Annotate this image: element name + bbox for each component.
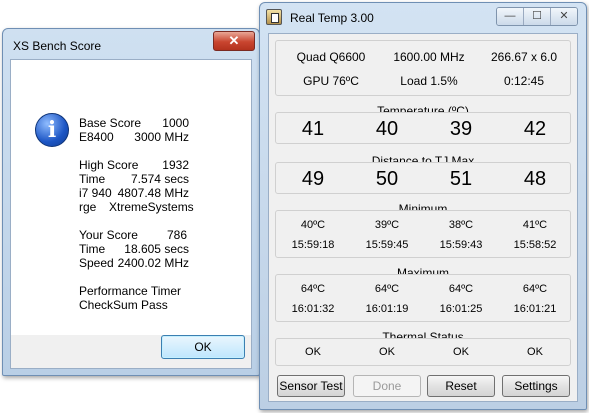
close-icon[interactable]: ✕ <box>213 31 255 51</box>
row-value: 18.605 secs <box>124 242 189 256</box>
ok-button[interactable]: OK <box>161 335 245 359</box>
minimize-icon[interactable]: — <box>497 8 524 25</box>
done-button[interactable]: Done <box>353 375 421 397</box>
row-key: Time <box>79 242 106 256</box>
max-temp: 64ºC <box>522 283 548 295</box>
real-temp-app-icon[interactable] <box>266 9 282 25</box>
min-temp: 38ºC <box>448 219 474 231</box>
gpu-temperature: GPU 76ºC <box>303 74 359 88</box>
thermal-status: OK <box>527 346 543 358</box>
cpu-load: Load 1.5% <box>400 74 458 88</box>
cpu-multiplier: 266.67 x 6.0 <box>490 50 558 64</box>
core-temp: 42 <box>523 118 547 140</box>
row-key: Your Score <box>79 228 138 242</box>
max-temp: 64ºC <box>448 283 474 295</box>
row-value: 2400.02 MHz <box>117 256 189 270</box>
thermal-status: OK <box>453 346 469 358</box>
xs-bench-client: i Base Score 1000 E8400 3000 MHz High Sc… <box>10 59 252 369</box>
cpu-frequency: 1600.00 MHz <box>393 50 465 64</box>
core-distance: 49 <box>301 168 325 190</box>
thermal-status: OK <box>379 346 395 358</box>
uptime: 0:12:45 <box>503 74 545 88</box>
xs-bench-message-area: i Base Score 1000 E8400 3000 MHz High Sc… <box>11 60 251 335</box>
caption-buttons: — ☐ ✕ <box>496 7 578 26</box>
min-time: 15:59:43 <box>439 239 483 251</box>
row-key: rge <box>79 200 97 214</box>
temperature-panel: 41 40 39 42 <box>275 112 571 144</box>
row-value: 4807.48 MHz <box>117 186 189 200</box>
row-value: XtremeSystems <box>109 200 194 214</box>
real-temp-title: Real Temp 3.00 <box>290 11 374 25</box>
xs-bench-titlebar[interactable]: XS Bench Score ✕ <box>3 29 259 59</box>
sensor-test-button[interactable]: Sensor Test <box>277 375 345 397</box>
core-distance: 50 <box>375 168 399 190</box>
row-value: 3000 MHz <box>134 130 189 144</box>
thermal-status-panel: OK OK OK OK <box>275 338 571 366</box>
min-temp: 39ºC <box>374 219 400 231</box>
cpu-info-panel: Quad Q6600 1600.00 MHz 266.67 x 6.0 GPU … <box>275 40 571 96</box>
real-temp-window: Real Temp 3.00 — ☐ ✕ Quad Q6600 1600.00 … <box>259 2 587 410</box>
row-key: High Score <box>79 158 139 172</box>
maximum-panel: 64ºC 64ºC 64ºC 64ºC 16:01:32 16:01:19 16… <box>275 274 571 322</box>
max-time: 16:01:19 <box>365 303 409 315</box>
information-icon: i <box>35 113 69 147</box>
close-icon[interactable]: ✕ <box>551 8 577 25</box>
distance-panel: 49 50 51 48 <box>275 162 571 194</box>
row-value: 1000 <box>162 116 189 130</box>
row-value: 786 <box>166 228 187 242</box>
row-key: E8400 <box>79 130 114 144</box>
min-time: 15:59:18 <box>291 239 335 251</box>
core-temp: 39 <box>449 118 473 140</box>
core-temp: 40 <box>375 118 399 140</box>
row-key: i7 940 <box>79 186 112 200</box>
max-temp: 64ºC <box>300 283 326 295</box>
max-time: 16:01:25 <box>439 303 483 315</box>
min-time: 15:58:52 <box>513 239 557 251</box>
thermal-status: OK <box>305 346 321 358</box>
row-key: Base Score <box>79 116 142 130</box>
row-value: 7.574 secs <box>130 172 189 186</box>
row-value: 1932 <box>162 158 189 172</box>
row-key: Time <box>79 172 106 186</box>
real-temp-client: Quad Q6600 1600.00 MHz 266.67 x 6.0 GPU … <box>268 33 578 402</box>
max-time: 16:01:32 <box>291 303 335 315</box>
row-key: CheckSum Pass <box>79 298 168 312</box>
settings-button[interactable]: Settings <box>502 375 570 397</box>
min-temp: 41ºC <box>522 219 548 231</box>
xs-bench-title: XS Bench Score <box>13 39 102 53</box>
max-temp: 64ºC <box>374 283 400 295</box>
max-time: 16:01:21 <box>513 303 557 315</box>
maximize-icon[interactable]: ☐ <box>524 8 551 25</box>
min-temp: 40ºC <box>300 219 326 231</box>
core-temp: 41 <box>301 118 325 140</box>
core-distance: 48 <box>523 168 547 190</box>
min-time: 15:59:45 <box>365 239 409 251</box>
row-key: Performance Timer <box>79 284 182 298</box>
minimum-panel: 40ºC 39ºC 38ºC 41ºC 15:59:18 15:59:45 15… <box>275 210 571 258</box>
xs-bench-window: XS Bench Score ✕ i Base Score 1000 E8400… <box>2 28 260 376</box>
core-distance: 51 <box>449 168 473 190</box>
reset-button[interactable]: Reset <box>427 375 495 397</box>
cpu-model: Quad Q6600 <box>296 50 366 64</box>
